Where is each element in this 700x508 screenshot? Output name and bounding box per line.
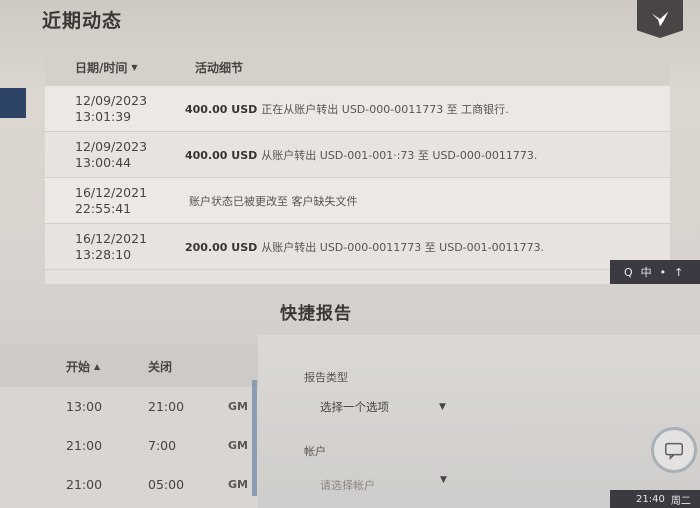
- table-row[interactable]: 12/09/2023 13:00:44 400.00 USD 从账户转出 USD-…: [45, 132, 670, 178]
- trading-hours-table: 开始 ▲ 关闭 13:00 21:00 GM 21:00 7:00 GM 21:…: [0, 345, 258, 508]
- language-indicator[interactable]: 中: [641, 264, 652, 280]
- activity-table-header: 日期/时间 ▼ 活动细节: [45, 48, 670, 86]
- table-row: 21:00 05:00 GM: [66, 477, 248, 492]
- recent-activity-panel: 日期/时间 ▼ 活动细节 12/09/2023 13:01:39 400.00 …: [45, 48, 670, 284]
- date-column-header[interactable]: 日期/时间 ▼: [45, 59, 175, 76]
- table-row: 21:00 7:00 GM: [66, 438, 248, 453]
- bird-icon: [651, 11, 669, 27]
- row-datetime: 16/12/2021 13:28:10: [75, 230, 148, 262]
- chevron-down-icon: ▼: [439, 402, 446, 412]
- row-datetime: 12/09/2023 13:01:39: [75, 92, 148, 124]
- sort-down-icon: ▼: [131, 62, 138, 72]
- account-label: 帐户: [304, 445, 326, 458]
- row-detail: 200.00 USD 从账户转出 USD-000-0011773 至 USD-00…: [185, 240, 545, 254]
- taskbar-clock: 21:40 周二: [610, 490, 700, 508]
- table-row[interactable]: 12/09/2023 13:01:39 400.00 USD 正在从账户转出 US…: [45, 86, 670, 132]
- activity-rows: 12/09/2023 13:01:39 400.00 USD 正在从账户转出 US…: [45, 86, 670, 270]
- scrollbar[interactable]: [252, 380, 257, 496]
- row-datetime: 16/12/2021 22:55:41: [75, 184, 148, 216]
- open-column-header[interactable]: 开始 ▲: [0, 358, 100, 375]
- hours-table-header: 开始 ▲ 关闭: [0, 345, 258, 387]
- table-row[interactable]: 16/12/2021 13:28:10 200.00 USD 从账户转出 USD-…: [45, 224, 670, 270]
- close-column-header: 关闭: [148, 359, 173, 374]
- row-datetime: 12/09/2023 13:00:44: [75, 138, 148, 170]
- row-detail: 400.00 USD 正在从账户转出 USD-000-0011773 至 工商银行…: [185, 102, 509, 116]
- detail-column-header: 活动细节: [195, 60, 244, 75]
- row-detail: 400.00 USD 从账户转出 USD-001-001·:73 至 USD-00…: [185, 148, 538, 162]
- report-type-select[interactable]: 选择一个选项 ▼: [320, 399, 446, 415]
- quick-report-form: 报告类型 选择一个选项 ▼ 帐户 请选择帐户 ▼: [258, 335, 700, 508]
- row-detail: 账户状态已被更改至 客户缺失文件: [189, 194, 358, 208]
- brand-logo: [637, 0, 683, 38]
- chat-support-button[interactable]: [651, 427, 697, 473]
- report-type-label: 报告类型: [304, 371, 348, 384]
- ime-toolbar[interactable]: Q 中 • ↑: [610, 260, 700, 284]
- chevron-down-icon: ▼: [440, 475, 447, 485]
- table-row: 13:00 21:00 GM: [66, 399, 248, 414]
- input-mode-icon[interactable]: •: [660, 266, 667, 279]
- arrow-up-icon[interactable]: ↑: [674, 266, 683, 279]
- account-select[interactable]: 请选择帐户: [320, 477, 375, 493]
- quick-report-title: 快捷报告: [280, 304, 352, 324]
- search-icon[interactable]: Q: [624, 266, 633, 279]
- chat-icon: [665, 442, 683, 461]
- sidebar-tab[interactable]: [0, 88, 26, 118]
- recent-activity-title: 近期动态: [42, 10, 123, 32]
- table-row[interactable]: 16/12/2021 22:55:41 账户状态已被更改至 客户缺失文件: [45, 178, 670, 224]
